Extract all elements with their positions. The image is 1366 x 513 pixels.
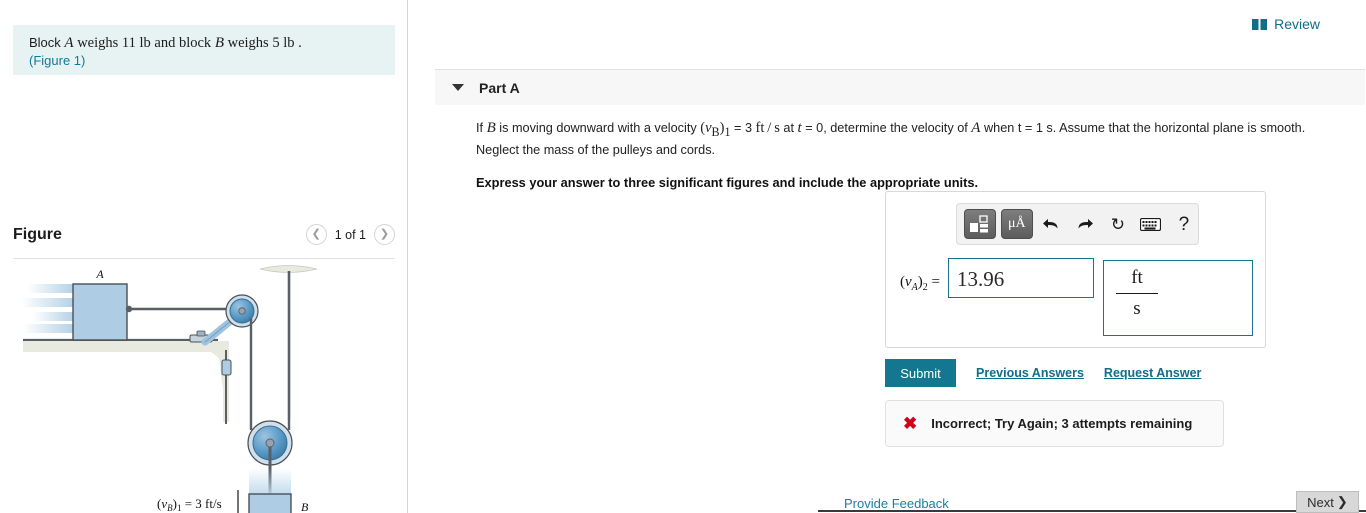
answer-value-input[interactable]: 13.96 <box>948 258 1094 298</box>
units-tool-button[interactable]: μÅ <box>1000 209 1033 239</box>
request-answer-link[interactable]: Request Answer <box>1104 366 1201 380</box>
part-a-header[interactable]: Part A <box>435 69 1365 105</box>
label-velocity-b: (vB)1 = 3 ft/s <box>157 496 222 513</box>
review-label: Review <box>1274 16 1320 32</box>
variable-b: B <box>214 35 224 51</box>
question-body: If B is moving downward with a velocity … <box>476 119 1346 190</box>
undo-icon <box>1043 219 1058 229</box>
mastering-physics-page: Block A weighs 11 lb and block B weighs … <box>0 0 1366 513</box>
variable-a: A <box>64 35 74 51</box>
answer-input-container: μÅ ↻ ? (vA)2 = 13.96 ft s <box>885 191 1266 348</box>
units-fraction: ft s <box>1116 265 1158 322</box>
book-icon <box>1252 18 1268 30</box>
next-button[interactable]: Next ❯ <box>1296 491 1359 513</box>
label-block-b: B <box>301 500 309 513</box>
units-numerator: ft <box>1131 267 1143 288</box>
label-block-a: A <box>95 267 104 281</box>
x-mark-icon: ✖ <box>903 414 918 433</box>
review-link[interactable]: Review <box>1252 16 1320 32</box>
figure-diagram[interactable]: A B (vB)1 = 3 ft/s <box>13 262 395 513</box>
figure-title: Figure <box>13 226 62 243</box>
template-tool-button[interactable] <box>964 209 996 239</box>
provide-feedback-link[interactable]: Provide Feedback <box>844 496 949 511</box>
units-denominator: s <box>1133 298 1141 319</box>
figure-reference-link[interactable]: (Figure 1) <box>29 52 381 70</box>
triangle-down-icon[interactable] <box>452 84 464 91</box>
figure-prev-button[interactable]: ❮ <box>305 224 327 245</box>
problem-text-part2: weighs 11 lb and block <box>73 35 215 51</box>
help-icon: ? <box>1178 213 1190 235</box>
question-text: If B is moving downward with a velocity … <box>476 120 1306 157</box>
figure-header: Figure ❮ 1 of 1 ❯ <box>13 224 395 250</box>
figure-next-button[interactable]: ❯ <box>374 224 395 245</box>
keyboard-button[interactable] <box>1137 209 1165 239</box>
problem-text-part1: Block <box>29 35 65 50</box>
math-toolbar: μÅ ↻ ? <box>956 203 1199 245</box>
redo-button[interactable] <box>1071 209 1099 239</box>
redo-icon <box>1078 219 1094 229</box>
right-panel: Review Part A If B is moving downward wi… <box>409 0 1366 513</box>
undo-button[interactable] <box>1038 209 1066 239</box>
units-tool-label: μÅ <box>1008 216 1026 231</box>
part-a-title: Part A <box>479 79 520 96</box>
keyboard-icon <box>1140 217 1162 231</box>
help-button[interactable]: ? <box>1170 209 1198 239</box>
feedback-message: Incorrect; Try Again; 3 attempts remaini… <box>931 416 1193 431</box>
fraction-bar <box>1116 293 1158 294</box>
previous-answers-link[interactable]: Previous Answers <box>976 366 1084 380</box>
answer-variable-label: (vA)2 = <box>900 274 940 293</box>
feedback-message-box: ✖ Incorrect; Try Again; 3 attempts remai… <box>885 400 1224 447</box>
answer-units-input[interactable]: ft s <box>1103 260 1253 336</box>
problem-text-part3: weighs 5 lb . <box>223 35 302 51</box>
template-icon <box>969 214 988 232</box>
pulley-system-diagram: A B (vB)1 = 3 ft/s <box>21 265 318 513</box>
reset-icon: ↻ <box>1110 214 1126 234</box>
chevron-right-icon: ❯ <box>1336 494 1348 509</box>
action-row: Submit Previous Answers Request Answer <box>885 359 1201 387</box>
figure-link-text: (Figure 1) <box>29 53 86 68</box>
figure-count-label: 1 of 1 <box>334 227 366 242</box>
submit-button[interactable]: Submit <box>885 359 956 387</box>
figure-navigation: ❮ 1 of 1 ❯ <box>305 224 395 245</box>
problem-statement-text: Block A weighs 11 lb and block B weighs … <box>29 34 381 52</box>
figure-divider <box>13 258 395 259</box>
question-instruction: Express your answer to three significant… <box>476 174 979 190</box>
next-label: Next <box>1307 494 1334 510</box>
reset-button[interactable]: ↻ <box>1104 209 1132 239</box>
left-panel: Block A weighs 11 lb and block B weighs … <box>0 0 408 513</box>
problem-statement-panel: Block A weighs 11 lb and block B weighs … <box>13 25 395 75</box>
equation-row: (vA)2 = 13.96 <box>900 258 1094 298</box>
